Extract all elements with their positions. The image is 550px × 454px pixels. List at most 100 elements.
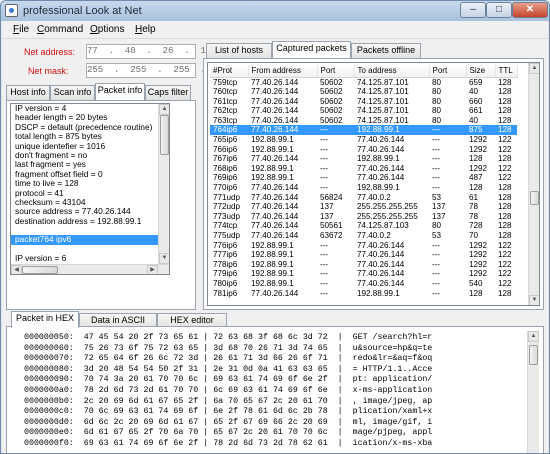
table-row[interactable]: 775udp 77.40.26.144 63672 77.40.0.2 53 70 128 [210,231,517,241]
hex-scroll-up-icon[interactable]: ▲ [528,331,539,342]
table-row[interactable]: 769ip6 192.88.99.1 --- 77.40.26.144 --- 487 12… [210,173,517,183]
hex-line: 0000000d0: 6d 6c 2c 20 69 6d 61 67 | 65 … [24,417,433,427]
table-row[interactable]: 761tcp 77.40.26.144 50602 74.125.87.101 80 66… [210,97,517,107]
table-cell: 40 [469,115,479,125]
hex-dump[interactable]: 000000050: 47 45 54 20 2f 73 65 61 | 72 … [10,331,525,453]
tab-captured-packets[interactable]: Captured packets [272,41,351,58]
table-row[interactable]: 772udp 77.40.26.144 137 255.255.255.255 137 7… [210,202,517,212]
tab-caps-filter[interactable]: Caps filter [145,85,191,100]
hex-line: 0000000a0: 78 2d 6d 73 2d 61 70 70 | 6c … [24,385,433,395]
info-horizontal-scrollbar[interactable]: ◀ ▶ [11,264,169,274]
menu-help[interactable]: Help [135,24,156,35]
column-header[interactable]: Port [317,65,355,78]
info-vertical-scrollbar[interactable]: ▲ ▼ [158,104,169,264]
table-cell: 122 [498,259,512,269]
title-bar[interactable]: professional Look at Net – □ ✕ [1,1,549,21]
table-cell: 77.40.26.144 [251,231,299,240]
table-cell: 122 [498,240,512,250]
packets-scroll-down-icon[interactable]: ▼ [529,295,539,305]
close-button[interactable]: ✕ [512,2,548,18]
table-row[interactable]: 759tcp 77.40.26.144 50602 74.125.87.101 80 65… [210,77,517,87]
hex-scroll-thumb[interactable] [529,345,538,365]
scroll-left-icon[interactable]: ◀ [11,265,22,274]
scroll-right-icon[interactable]: ▶ [147,265,158,274]
table-cell: 764ip6 [210,125,248,136]
table-cell: 77.40.26.144 [251,221,299,231]
table-cell: 50602 [320,96,343,106]
table-row[interactable]: 760tcp 77.40.26.144 50602 74.125.87.101 80 40… [210,87,517,97]
table-row[interactable]: 777ip6 192.88.99.1 --- 77.40.26.144 --- 1292 1… [210,250,517,260]
hscroll-thumb[interactable] [22,266,58,274]
captured-packets-panel: #Prot From address Port To address Port Size T… [203,58,544,310]
table-row[interactable]: 778ip6 192.88.99.1 --- 77.40.26.144 --- 1292 1… [210,260,517,270]
table-row[interactable]: 766ip6 192.88.99.1 --- 77.40.26.144 --- 1292 1… [210,145,517,155]
table-cell: 128 [498,154,512,164]
tab-host-info[interactable]: Host info [6,85,50,100]
client-area: Net address: 77 . 40 . 26 . 144 Net mask… [2,39,548,453]
menu-file[interactable]: File [13,24,29,35]
minimize-button[interactable]: – [460,2,486,18]
table-row[interactable]: 764ip6 77.40.26.144 --- 192.88.99.1 --- 875 12… [210,125,517,136]
table-cell: 77.40.26.144 [357,240,405,250]
scroll-down-icon[interactable]: ▼ [159,253,169,264]
table-cell: 77.40.26.144 [357,250,405,260]
table-cell: 128 [498,221,512,231]
packet-info-list[interactable]: IP version = 4 header length = 20 bytes DS… [10,103,170,275]
net-address-input[interactable]: 77 . 40 . 26 . 144 [86,44,217,59]
table-cell: 50602 [320,106,343,116]
table-row[interactable]: 771udp 77.40.26.144 56824 77.40.0.2 53 61 128 [210,193,517,203]
table-row[interactable]: 767ip6 77.40.26.144 --- 192.88.99.1 --- 128 12… [210,154,517,164]
table-cell: 192.88.99.1 [251,240,294,250]
table-cell: 775udp [213,231,241,240]
menu-command[interactable]: Command [37,24,83,35]
packets-scroll-up-icon[interactable]: ▲ [529,63,539,74]
tab-packet-info[interactable]: Packet info [95,83,145,100]
menu-options[interactable]: Options [90,24,124,35]
column-header[interactable]: From address [248,65,318,78]
maximize-button[interactable]: □ [486,2,512,18]
packet-info-panel: IP version = 4 header length = 20 bytes DS… [6,100,196,310]
table-row[interactable]: 768ip6 192.88.99.1 --- 77.40.26.144 --- 1292 1… [210,164,517,174]
table-row[interactable]: 780ip6 192.88.99.1 --- 77.40.26.144 --- 540 12… [210,279,517,289]
table-cell: 77.40.26.144 [248,125,317,136]
table-cell: 56824 [320,192,343,202]
packet-list[interactable]: #Prot From address Port To address Port Size T… [207,62,540,306]
table-row[interactable]: 763tcp 77.40.26.144 50602 74.125.87.101 80 40… [210,116,517,126]
tab-list-of-hosts[interactable]: List of hosts [206,43,272,58]
table-cell: --- [432,250,441,260]
packet-info-line[interactable]: packet764 ipv6 [11,235,169,245]
table-row[interactable]: 779ip6 192.88.99.1 --- 77.40.26.144 --- 1292 1… [210,269,517,279]
table-row[interactable]: 773udp 77.40.26.144 137 255.255.255.255 137 7… [210,212,517,222]
scroll-up-icon[interactable]: ▲ [159,104,169,115]
table-cell: 759tcp [213,77,238,87]
packet-info-line[interactable]: destination address = 192.88.99.1 [11,216,169,226]
table-cell: 192.88.99.1 [251,144,294,154]
table-cell: 77.40.26.144 [251,106,299,116]
column-header[interactable]: Port [429,65,467,78]
table-cell: 762tcp [213,106,238,116]
table-cell: 728 [469,221,483,231]
hex-vertical-scrollbar[interactable]: ▲ [527,331,539,453]
scroll-thumb[interactable] [160,115,169,155]
table-cell: 77.40.26.144 [357,259,405,269]
table-cell: 70 [469,231,479,240]
table-cell: 128 [495,125,517,136]
table-row[interactable]: 770ip6 77.40.26.144 --- 192.88.99.1 --- 128 12… [210,183,517,193]
packets-vertical-scrollbar[interactable]: ▲ ▼ [528,63,539,305]
tab-packets-offline[interactable]: Packets offline [351,43,421,58]
table-row[interactable]: 776ip6 192.88.99.1 --- 77.40.26.144 --- 1292 1… [210,241,517,251]
table-row[interactable]: 765ip6 192.88.99.1 --- 77.40.26.144 --- 1292 1… [210,135,517,145]
column-header[interactable]: TTL [495,65,518,78]
tab-scan-info[interactable]: Scan info [50,85,95,100]
net-mask-input[interactable]: 255 . 255 . 255 . 255 [86,63,233,78]
column-header[interactable]: To address [354,65,430,78]
table-cell: 774tcp [213,221,238,231]
column-header[interactable]: #Prot [210,65,249,78]
table-row[interactable]: 774tcp 77.40.26.144 50561 74.125.87.103 80 72… [210,221,517,231]
table-row[interactable]: 762tcp 77.40.26.144 50602 74.125.87.101 80 66… [210,106,517,116]
column-header[interactable]: Size [466,65,496,78]
tab-packet-in-hex[interactable]: Packet in HEX [11,311,79,328]
packets-scroll-thumb[interactable] [530,191,539,205]
table-row[interactable]: 781ip6 77.40.26.144 --- 192.88.99.1 --- 128 12… [210,289,517,299]
table-cell: 137 [320,211,334,221]
